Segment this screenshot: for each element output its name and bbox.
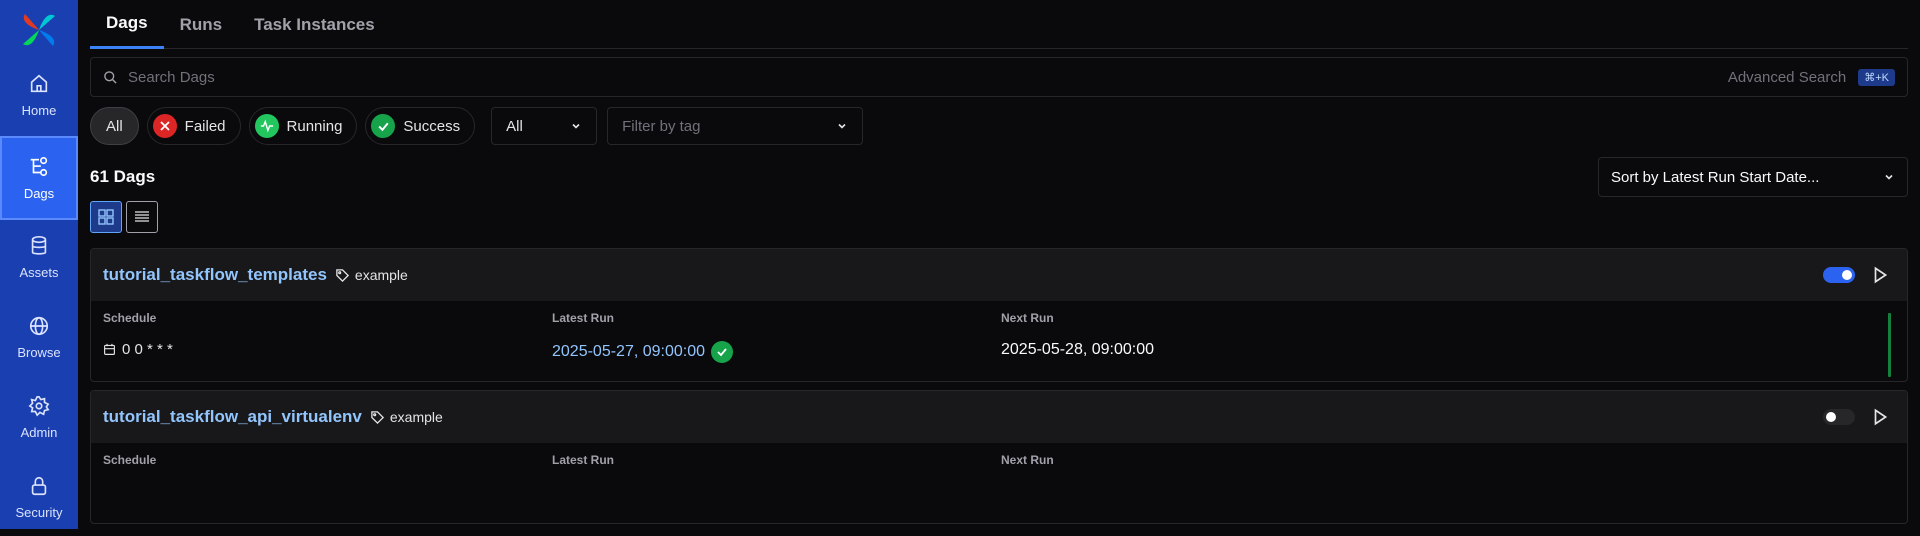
tag-icon xyxy=(336,268,349,282)
paused-filter-select[interactable]: All xyxy=(491,107,598,145)
globe-icon xyxy=(29,316,49,335)
advanced-search-link[interactable]: Advanced Search xyxy=(1728,69,1846,86)
trigger-dag-play-icon[interactable] xyxy=(1871,266,1889,284)
latest-run-header: Latest Run xyxy=(552,453,615,467)
next-run-column: Next Run xyxy=(1001,443,1054,467)
tag-filter-select[interactable]: Filter by tag xyxy=(607,107,864,145)
schedule-header: Schedule xyxy=(103,453,157,467)
search-input[interactable] xyxy=(128,68,1728,86)
schedule-value: 0 0 * * * xyxy=(122,341,173,358)
schedule-header: Schedule xyxy=(103,311,157,325)
sidebar-item-dags[interactable]: Dags xyxy=(0,136,78,220)
filter-success-button[interactable]: Success xyxy=(365,107,476,145)
latest-run-link[interactable]: 2025-05-27, 09:00:00 xyxy=(552,343,705,361)
database-icon xyxy=(31,235,47,255)
dag-pause-toggle[interactable] xyxy=(1823,267,1855,283)
dag-card-body: Schedule Latest Run Next Run xyxy=(91,443,1907,523)
success-check-icon xyxy=(711,341,734,363)
sidebar-item-label: Security xyxy=(15,504,63,520)
schedule-column: Schedule xyxy=(103,443,156,467)
sidebar-item-security[interactable]: Security xyxy=(0,458,78,536)
sort-select[interactable]: Sort by Latest Run Start Date... xyxy=(1598,157,1908,197)
next-run-header: Next Run xyxy=(1001,453,1054,467)
filter-label: Failed xyxy=(184,117,226,135)
search-icon xyxy=(104,70,117,84)
filter-all-button[interactable]: All xyxy=(90,107,139,145)
dag-count: 61 Dags xyxy=(90,167,156,186)
tab-bar: Dags Runs Task Instances xyxy=(90,0,1908,49)
x-icon xyxy=(152,114,177,138)
dag-card-header: tutorial_taskflow_api_virtualenv example xyxy=(91,391,1907,443)
filter-running-button[interactable]: Running xyxy=(248,107,358,145)
sidebar-item-label: Home xyxy=(21,102,57,118)
search-bar: Advanced Search ⌘+K xyxy=(90,57,1908,97)
sidebar-item-label: Assets xyxy=(19,264,59,280)
sidebar-item-label: Dags xyxy=(23,185,55,201)
calendar-icon xyxy=(104,343,115,355)
select-placeholder: Filter by tag xyxy=(622,117,701,135)
dag-name-link[interactable]: tutorial_taskflow_templates xyxy=(103,265,327,285)
chevron-down-icon xyxy=(838,123,846,129)
chevron-down-icon xyxy=(1885,174,1893,180)
next-run-value: 2025-05-28, 09:00:00 xyxy=(1001,341,1155,358)
sort-label: Sort by Latest Run Start Date... xyxy=(1611,168,1820,186)
lock-icon xyxy=(31,476,47,495)
filter-label: Running xyxy=(286,117,343,135)
trigger-dag-play-icon[interactable] xyxy=(1871,408,1889,426)
sidebar: Home Dags Assets Browse Admin Security xyxy=(0,0,78,529)
dag-card-body: Schedule 0 0 * * * Latest Run 2025-05-27… xyxy=(91,301,1907,381)
latest-run-header: Latest Run xyxy=(552,311,615,325)
sidebar-item-assets[interactable]: Assets xyxy=(0,218,78,296)
tab-dags[interactable]: Dags xyxy=(90,0,164,49)
dag-card: tutorial_taskflow_api_virtualenv example… xyxy=(90,390,1908,524)
dag-pause-toggle[interactable] xyxy=(1823,409,1855,425)
home-icon xyxy=(30,74,48,92)
tab-runs[interactable]: Runs xyxy=(164,0,239,49)
airflow-logo[interactable] xyxy=(19,10,59,50)
shortcut-badge: ⌘+K xyxy=(1858,68,1895,86)
filter-failed-button[interactable]: Failed xyxy=(146,107,241,145)
next-run-header: Next Run xyxy=(1001,311,1054,325)
gear-icon xyxy=(28,395,50,417)
main-content: Dags Runs Task Instances Advanced Search… xyxy=(90,0,1908,529)
dags-icon xyxy=(30,156,48,176)
sidebar-item-admin[interactable]: Admin xyxy=(0,378,78,456)
card-view-button[interactable] xyxy=(90,201,122,233)
select-value: All xyxy=(506,117,523,135)
dag-card-header: tutorial_taskflow_templates example xyxy=(91,249,1907,301)
dag-card: tutorial_taskflow_templates example Sche… xyxy=(90,248,1908,382)
tab-task-instances[interactable]: Task Instances xyxy=(238,0,391,49)
check-icon xyxy=(371,114,396,138)
grid-icon xyxy=(98,209,114,225)
tag-icon xyxy=(371,410,384,424)
list-icon xyxy=(135,211,149,222)
dag-tag[interactable]: example xyxy=(370,409,443,425)
activity-icon xyxy=(254,114,279,138)
latest-run-column: Latest Run xyxy=(552,443,614,467)
latest-run-column: Latest Run 2025-05-27, 09:00:00 xyxy=(552,301,734,363)
filter-label: Success xyxy=(403,117,461,135)
dag-tag[interactable]: example xyxy=(335,267,408,283)
sidebar-item-home[interactable]: Home xyxy=(0,56,78,134)
table-view-button[interactable] xyxy=(126,201,158,233)
tag-label: example xyxy=(354,267,408,283)
recent-runs-bar[interactable] xyxy=(1888,313,1891,377)
dag-name-link[interactable]: tutorial_taskflow_api_virtualenv xyxy=(103,407,362,427)
filter-bar: All Failed Running Success All Filter by… xyxy=(90,106,864,146)
next-run-column: Next Run 2025-05-28, 09:00:00 xyxy=(1001,301,1154,359)
schedule-column: Schedule 0 0 * * * xyxy=(103,301,173,358)
sidebar-item-label: Browse xyxy=(17,344,61,360)
sidebar-item-label: Admin xyxy=(20,424,58,440)
chevron-down-icon xyxy=(572,123,580,129)
sidebar-item-browse[interactable]: Browse xyxy=(0,298,78,376)
view-toggle xyxy=(90,201,158,233)
tag-label: example xyxy=(389,409,443,425)
